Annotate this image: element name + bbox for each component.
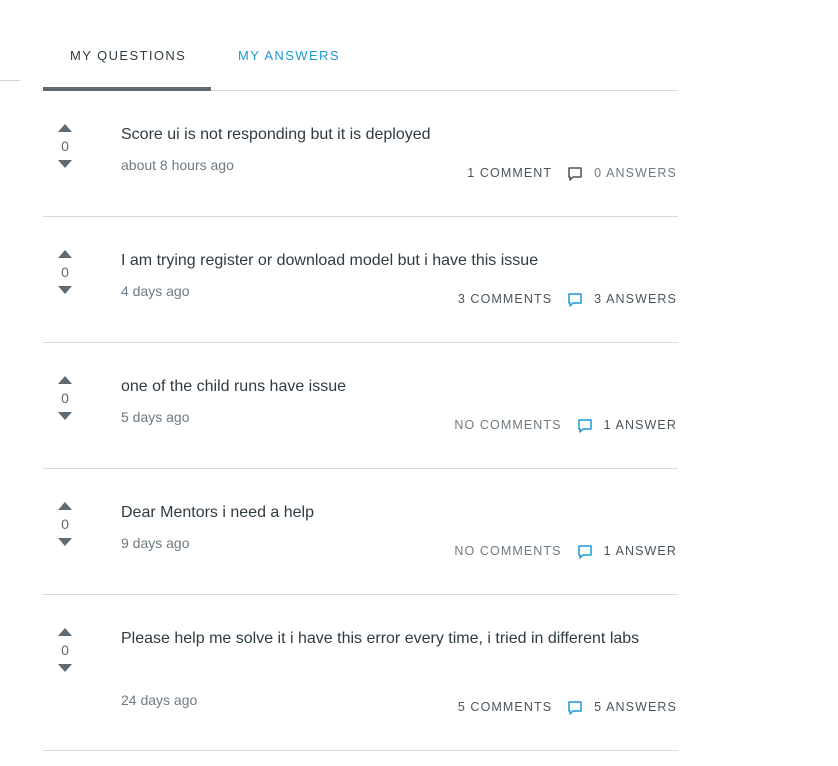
question-date: 4 days ago [121,283,190,299]
comment-bubble-icon[interactable] [577,419,592,433]
question-date: about 8 hours ago [121,157,234,173]
upvote-arrow-icon[interactable] [58,124,72,132]
vote-control: 0 [57,502,73,546]
answers-count[interactable]: 1 ANSWER [604,544,677,558]
question-row: 0 Dear Mentors i need a help 9 days ago … [43,469,678,595]
comment-bubble-icon[interactable] [568,701,582,715]
downvote-arrow-icon[interactable] [58,664,72,672]
questions-panel: MY QUESTIONS MY ANSWERS 0 Score ui is no… [43,0,678,751]
upvote-arrow-icon[interactable] [58,250,72,258]
comment-bubble-icon[interactable] [577,545,592,559]
question-row: 0 one of the child runs have issue 5 day… [43,343,678,469]
question-meta: NO COMMENTS 1 ANSWER [454,418,677,433]
question-meta: NO COMMENTS 1 ANSWER [454,544,677,559]
upvote-arrow-icon[interactable] [58,502,72,510]
question-title[interactable]: one of the child runs have issue [121,371,671,403]
answers-count[interactable]: 1 ANSWER [604,418,677,432]
vote-control: 0 [57,376,73,420]
downvote-arrow-icon[interactable] [58,538,72,546]
question-title[interactable]: Score ui is not responding but it is dep… [121,119,671,151]
question-date: 9 days ago [121,535,190,551]
vote-control: 0 [57,628,73,672]
comments-count[interactable]: 1 COMMENT [467,166,552,180]
tab-my-answers[interactable]: MY ANSWERS [238,48,340,63]
vote-score: 0 [61,516,69,532]
downvote-arrow-icon[interactable] [58,286,72,294]
answers-count[interactable]: 3 ANSWERS [594,292,677,306]
vote-control: 0 [57,250,73,294]
comments-count[interactable]: NO COMMENTS [454,418,561,432]
question-meta: 3 COMMENTS 3 ANSWERS [458,292,677,307]
comments-count[interactable]: 5 COMMENTS [458,700,552,714]
question-date: 24 days ago [121,692,198,708]
question-title[interactable]: Please help me solve it i have this erro… [121,623,671,655]
vote-control: 0 [57,124,73,168]
answers-count[interactable]: 5 ANSWERS [594,700,677,714]
question-meta: 5 COMMENTS 5 ANSWERS [458,700,677,715]
vote-score: 0 [61,138,69,154]
upvote-arrow-icon[interactable] [58,376,72,384]
left-divider-stub [0,80,20,81]
comments-count[interactable]: 3 COMMENTS [458,292,552,306]
question-meta: 1 COMMENT 0 ANSWERS [467,166,677,181]
question-row: 0 I am trying register or download model… [43,217,678,343]
vote-score: 0 [61,390,69,406]
comment-bubble-icon[interactable] [568,293,582,307]
question-title[interactable]: I am trying register or download model b… [121,245,671,277]
downvote-arrow-icon[interactable] [58,160,72,168]
upvote-arrow-icon[interactable] [58,628,72,636]
answers-count[interactable]: 0 ANSWERS [594,166,677,180]
question-row: 0 Please help me solve it i have this er… [43,595,678,751]
comments-count[interactable]: NO COMMENTS [454,544,561,558]
downvote-arrow-icon[interactable] [58,412,72,420]
question-date: 5 days ago [121,409,190,425]
tab-my-questions[interactable]: MY QUESTIONS [70,48,186,63]
vote-score: 0 [61,264,69,280]
comment-bubble-icon[interactable] [568,167,582,181]
vote-score: 0 [61,642,69,658]
tab-bar: MY QUESTIONS MY ANSWERS [43,0,678,91]
question-title[interactable]: Dear Mentors i need a help [121,497,671,529]
question-row: 0 Score ui is not responding but it is d… [43,91,678,217]
